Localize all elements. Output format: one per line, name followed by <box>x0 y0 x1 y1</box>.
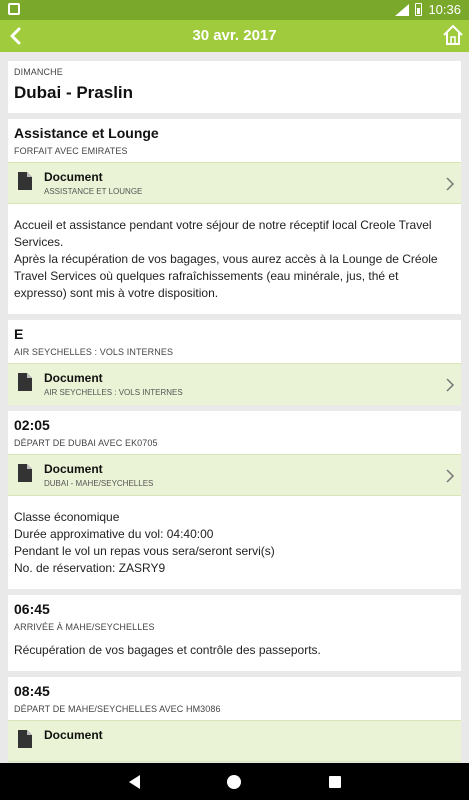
notification-icon <box>8 3 20 15</box>
description-line: No. de réservation: ZASRY9 <box>14 561 166 575</box>
item-title: E <box>14 326 24 342</box>
document-title: Document <box>44 170 103 184</box>
triangle-back-icon[interactable] <box>127 774 143 790</box>
item-title: 08:45 <box>14 683 50 699</box>
chevron-right-icon <box>446 469 455 483</box>
document-icon <box>18 730 32 748</box>
day-label: DIMANCHE <box>14 67 63 77</box>
app-bar: 30 avr. 2017 <box>0 20 469 52</box>
description-line: Services. <box>14 235 64 249</box>
item-description: Récupération de vos bagages et contrôle … <box>8 638 461 671</box>
document-row[interactable]: Document ASSISTANCE ET LOUNGE <box>8 162 461 204</box>
status-time: 10:36 <box>428 2 461 17</box>
page-title: 30 avr. 2017 <box>192 27 277 44</box>
description-line: Après la récupération de vos bagages, vo… <box>14 252 438 266</box>
document-title: Document <box>44 462 103 476</box>
circle-home-icon[interactable] <box>226 774 242 790</box>
itinerary-item: Assistance et Lounge FORFAIT AVEC EMIRAT… <box>8 119 461 314</box>
item-title: 02:05 <box>14 417 50 433</box>
signal-icon <box>395 3 410 16</box>
description-line: Accueil et assistance pendant votre séjo… <box>14 218 432 232</box>
itinerary-item: 08:45 DÉPART DE MAHE/SEYCHELLES AVEC HM3… <box>8 677 461 762</box>
itinerary-item: 06:45 ARRIVÉE À MAHE/SEYCHELLES Récupéra… <box>8 595 461 671</box>
document-subtitle: ASSISTANCE ET LOUNGE <box>44 187 143 196</box>
item-subtitle: DÉPART DE DUBAI AVEC EK0705 <box>14 438 158 448</box>
item-subtitle: AIR SEYCHELLES : VOLS INTERNES <box>14 347 174 357</box>
item-description: Accueil et assistance pendant votre séjo… <box>8 204 461 314</box>
itinerary-item: E AIR SEYCHELLES : VOLS INTERNES Documen… <box>8 320 461 405</box>
document-row[interactable]: Document DUBAI - MAHE/SEYCHELLES <box>8 454 461 496</box>
document-row[interactable]: Document <box>8 720 461 762</box>
document-title: Document <box>44 728 103 742</box>
document-icon <box>18 373 32 391</box>
item-title: 06:45 <box>14 601 50 617</box>
item-subtitle: FORFAIT AVEC EMIRATES <box>14 146 128 156</box>
route-title: Dubai - Praslin <box>14 83 134 102</box>
document-subtitle: DUBAI - MAHE/SEYCHELLES <box>44 479 154 488</box>
document-subtitle: AIR SEYCHELLES : VOLS INTERNES <box>44 388 183 397</box>
home-icon[interactable] <box>441 23 465 47</box>
item-subtitle: DÉPART DE MAHE/SEYCHELLES AVEC HM3086 <box>14 704 221 714</box>
description-line: Classe économique <box>14 510 120 524</box>
item-title: Assistance et Lounge <box>14 125 159 141</box>
itinerary-item: 02:05 DÉPART DE DUBAI AVEC EK0705 Docume… <box>8 411 461 589</box>
document-icon <box>18 464 32 482</box>
status-icons: 10:36 <box>395 2 461 17</box>
description-line: Récupération de vos bagages et contrôle … <box>14 643 321 657</box>
description-line: expresso) sont mis à votre disposition. <box>14 286 219 300</box>
system-nav-bar <box>0 763 469 800</box>
battery-icon <box>415 3 423 16</box>
document-title: Document <box>44 371 103 385</box>
chevron-right-icon <box>446 177 455 191</box>
status-bar: 10:36 <box>0 0 469 20</box>
day-card: DIMANCHE Dubai - Praslin <box>8 61 461 113</box>
item-description: Classe économique Durée approximative du… <box>8 496 461 589</box>
item-subtitle: ARRIVÉE À MAHE/SEYCHELLES <box>14 622 155 632</box>
square-recents-icon[interactable] <box>327 774 343 790</box>
itinerary-list[interactable]: DIMANCHE Dubai - Praslin Assistance et L… <box>0 52 469 763</box>
document-row[interactable]: Document AIR SEYCHELLES : VOLS INTERNES <box>8 363 461 405</box>
description-line: Durée approximative du vol: 04:40:00 <box>14 527 214 541</box>
description-line: Travel Services où quelques rafraîchisse… <box>14 269 399 283</box>
chevron-right-icon <box>446 378 455 392</box>
document-icon <box>18 172 32 190</box>
description-line: Pendant le vol un repas vous sera/seront… <box>14 544 275 558</box>
